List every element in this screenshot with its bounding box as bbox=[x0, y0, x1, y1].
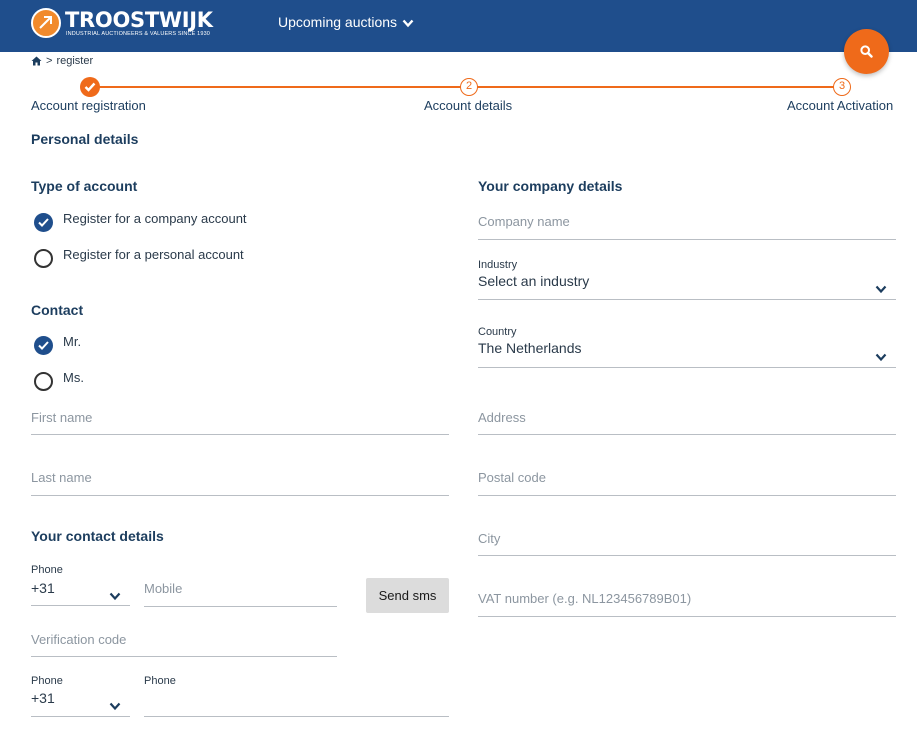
upcoming-auctions-menu[interactable]: Upcoming auctions bbox=[278, 14, 414, 30]
postal-code-placeholder: Postal code bbox=[478, 470, 546, 485]
home-icon[interactable] bbox=[31, 56, 42, 66]
type-of-account-heading: Type of account bbox=[31, 178, 138, 194]
step-3-label: Account Activation bbox=[787, 98, 894, 113]
verification-code-placeholder: Verification code bbox=[31, 632, 127, 647]
phone2-country-code-select[interactable]: Phone +31 bbox=[31, 673, 130, 717]
phone-label: Phone bbox=[31, 564, 63, 576]
radio-unchecked-icon bbox=[34, 372, 53, 391]
country-select[interactable]: Country The Netherlands bbox=[478, 323, 896, 368]
contact-details-heading: Your contact details bbox=[31, 528, 164, 544]
breadcrumb-current: register bbox=[56, 55, 94, 67]
radio-unchecked-icon bbox=[34, 249, 53, 268]
search-button[interactable] bbox=[844, 29, 889, 74]
upcoming-auctions-label: Upcoming auctions bbox=[278, 14, 398, 30]
country-value: The Netherlands bbox=[478, 340, 582, 356]
checkmark-icon bbox=[84, 82, 96, 92]
address-field[interactable]: Address bbox=[478, 400, 896, 435]
search-icon bbox=[860, 45, 873, 58]
chevron-down-icon bbox=[875, 353, 887, 362]
company-name-placeholder: Company name bbox=[478, 214, 570, 229]
vat-number-field[interactable]: VAT number (e.g. NL123456789B01) bbox=[478, 581, 896, 617]
chevron-down-icon bbox=[402, 19, 414, 27]
phone2-field[interactable]: Phone bbox=[144, 673, 449, 717]
troostwijk-logo[interactable]: TROOSTWIJK INDUSTRIAL AUCTIONEERS & VALU… bbox=[31, 7, 235, 39]
chevron-down-icon bbox=[109, 592, 121, 601]
mobile-placeholder: Mobile bbox=[144, 581, 183, 596]
breadcrumb: > register bbox=[31, 55, 93, 67]
industry-select[interactable]: Industry Select an industry bbox=[478, 256, 896, 300]
personal-account-radio[interactable]: Register for a personal account bbox=[34, 247, 244, 268]
send-sms-button[interactable]: Send sms bbox=[366, 578, 449, 613]
mr-label: Mr. bbox=[63, 334, 82, 349]
ms-label: Ms. bbox=[63, 370, 84, 385]
first-name-field[interactable]: First name bbox=[31, 400, 449, 435]
last-name-placeholder: Last name bbox=[31, 470, 92, 485]
phone2-label: Phone bbox=[31, 675, 63, 687]
top-navigation-bar: TROOSTWIJK INDUSTRIAL AUCTIONEERS & VALU… bbox=[0, 0, 917, 52]
vat-number-placeholder: VAT number (e.g. NL123456789B01) bbox=[478, 591, 692, 606]
city-placeholder: City bbox=[478, 531, 501, 546]
mr-radio[interactable]: Mr. bbox=[34, 334, 81, 355]
step-1-label: Account registration bbox=[31, 98, 146, 113]
step-2-label: Account details bbox=[424, 98, 513, 113]
industry-label: Industry bbox=[478, 259, 518, 271]
personal-account-label: Register for a personal account bbox=[63, 247, 244, 262]
step-1-complete-indicator bbox=[80, 77, 100, 97]
logo-wordmark: TROOSTWIJK bbox=[65, 8, 213, 32]
chevron-down-icon bbox=[109, 702, 121, 711]
step-3-indicator: 3 bbox=[833, 78, 851, 96]
last-name-field[interactable]: Last name bbox=[31, 460, 449, 496]
breadcrumb-separator: > bbox=[46, 55, 53, 67]
radio-checked-icon bbox=[34, 336, 53, 355]
phone-country-code-select[interactable]: Phone +31 bbox=[31, 562, 130, 606]
company-name-field[interactable]: Company name bbox=[478, 204, 896, 240]
verification-code-field[interactable]: Verification code bbox=[31, 622, 337, 657]
phone2-field-label: Phone bbox=[144, 675, 176, 687]
country-label: Country bbox=[478, 326, 517, 338]
industry-value: Select an industry bbox=[478, 273, 590, 289]
logo-emblem-icon bbox=[31, 8, 61, 38]
step-2-indicator: 2 bbox=[460, 78, 478, 96]
ms-radio[interactable]: Ms. bbox=[34, 370, 84, 391]
company-details-heading: Your company details bbox=[478, 178, 623, 194]
address-placeholder: Address bbox=[478, 410, 526, 425]
radio-checked-icon bbox=[34, 213, 53, 232]
phone2-code-value: +31 bbox=[31, 690, 55, 706]
chevron-down-icon bbox=[875, 285, 887, 294]
personal-details-heading: Personal details bbox=[31, 131, 139, 147]
city-field[interactable]: City bbox=[478, 521, 896, 556]
contact-heading: Contact bbox=[31, 302, 84, 318]
company-account-radio[interactable]: Register for a company account bbox=[34, 211, 247, 232]
phone-code-value: +31 bbox=[31, 580, 55, 596]
logo-tagline: INDUSTRIAL AUCTIONEERS & VALUERS SINCE 1… bbox=[66, 31, 210, 37]
postal-code-field[interactable]: Postal code bbox=[478, 460, 896, 496]
mobile-field[interactable]: Mobile bbox=[144, 571, 337, 607]
company-account-label: Register for a company account bbox=[63, 211, 247, 226]
first-name-placeholder: First name bbox=[31, 410, 93, 425]
